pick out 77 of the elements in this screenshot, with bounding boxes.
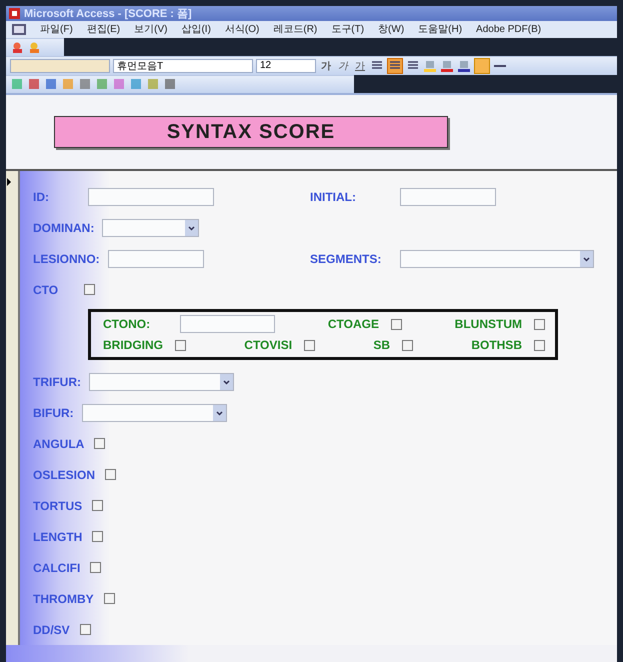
field-label: BLUNSTUM (454, 317, 522, 332)
dropdown-field[interactable] (102, 218, 200, 237)
checkbox[interactable] (105, 469, 116, 480)
field-label: CTOAGE (328, 317, 379, 332)
toolbar-icon[interactable] (27, 77, 41, 92)
menu-item[interactable]: 서식(O) (224, 22, 260, 36)
field-label: BIFUR: (33, 406, 74, 420)
toolbar-icon[interactable] (78, 77, 92, 92)
field-label: SEGMENTS: (310, 252, 382, 266)
text-field[interactable] (108, 250, 204, 268)
menu-item[interactable]: Adobe PDF(B) (476, 24, 542, 35)
field-label: DOMINAN: (33, 220, 94, 235)
font-color-icon[interactable] (440, 58, 454, 73)
menu-item[interactable]: 창(W) (378, 22, 404, 36)
field-label: LESIONNO: (33, 252, 100, 266)
form-title: SYNTAX SCORE (54, 116, 448, 148)
field-label: DD/SV (33, 622, 70, 637)
dropdown-field[interactable] (82, 404, 227, 422)
app-icon (9, 8, 20, 19)
field-label: THROMBY (33, 592, 94, 606)
checkbox[interactable] (402, 340, 414, 351)
checkbox[interactable] (104, 593, 115, 604)
menu-item[interactable]: 편집(E) (86, 22, 120, 36)
toolbar-icon[interactable] (163, 77, 177, 92)
checkbox[interactable] (92, 500, 104, 512)
bold-button[interactable]: 가 (319, 58, 333, 73)
menu-item[interactable]: 레코드(R) (273, 22, 318, 36)
field-label: LENGTH (33, 530, 82, 544)
text-field[interactable] (180, 315, 276, 334)
checkbox[interactable] (390, 318, 402, 330)
font-dropdown[interactable]: 휴먼모음T (113, 58, 253, 73)
menu-item[interactable]: 보기(V) (134, 22, 168, 36)
text-field[interactable] (400, 188, 496, 206)
field-label: OSLESION (33, 468, 96, 482)
underline-button[interactable]: 가 (353, 58, 367, 73)
checkbox[interactable] (80, 624, 91, 636)
field-label: ANGULA (33, 436, 84, 451)
menu-item[interactable]: 도움말(H) (418, 22, 462, 36)
window-title: Microsoft Access - [SCORE : 폼] (24, 7, 192, 21)
checkbox[interactable] (304, 340, 316, 351)
field-label: INITIAL: (310, 190, 357, 204)
field-label: CTONO: (103, 317, 150, 332)
line-color-icon[interactable] (457, 58, 471, 73)
checkbox[interactable] (94, 438, 106, 450)
toolbar-icon[interactable] (44, 77, 58, 92)
menu-item[interactable]: 도구(T) (331, 22, 364, 36)
checkbox[interactable] (175, 340, 186, 351)
toolbar-icon[interactable] (129, 77, 143, 92)
field-label: CALCIFI (33, 560, 80, 575)
field-label: SB (373, 338, 390, 352)
menu-item[interactable]: 삽입(I) (181, 22, 211, 36)
checkbox[interactable] (534, 340, 545, 351)
field-label: CTOVISI (244, 338, 292, 352)
field-label: BOTHSB (471, 338, 522, 352)
color-swatch-icon[interactable] (474, 58, 490, 74)
form-icon (12, 24, 26, 35)
people-icon[interactable] (10, 40, 24, 54)
dropdown-field[interactable] (89, 372, 234, 391)
menu-item[interactable]: 파일(F) (40, 22, 73, 36)
field-label: BRIDGING (103, 338, 163, 352)
checkbox[interactable] (84, 284, 96, 296)
italic-button[interactable]: 가 (336, 58, 350, 73)
dropdown-field[interactable] (400, 250, 594, 268)
field-label: CTO (33, 282, 58, 297)
toolbar-icon[interactable] (112, 77, 126, 92)
text-field[interactable] (88, 188, 214, 206)
checkbox[interactable] (90, 562, 102, 574)
font-size-dropdown[interactable]: 12 (256, 58, 316, 73)
field-label: ID: (33, 190, 50, 204)
checkbox[interactable] (92, 531, 104, 542)
field-label: TRIFUR: (33, 374, 81, 389)
people-icon[interactable] (27, 40, 41, 54)
checkbox[interactable] (534, 318, 545, 330)
field-label: TORTUS (33, 498, 82, 513)
record-pointer-icon (6, 178, 12, 186)
fill-color-icon[interactable] (423, 58, 437, 73)
align-center-icon[interactable] (387, 58, 403, 74)
